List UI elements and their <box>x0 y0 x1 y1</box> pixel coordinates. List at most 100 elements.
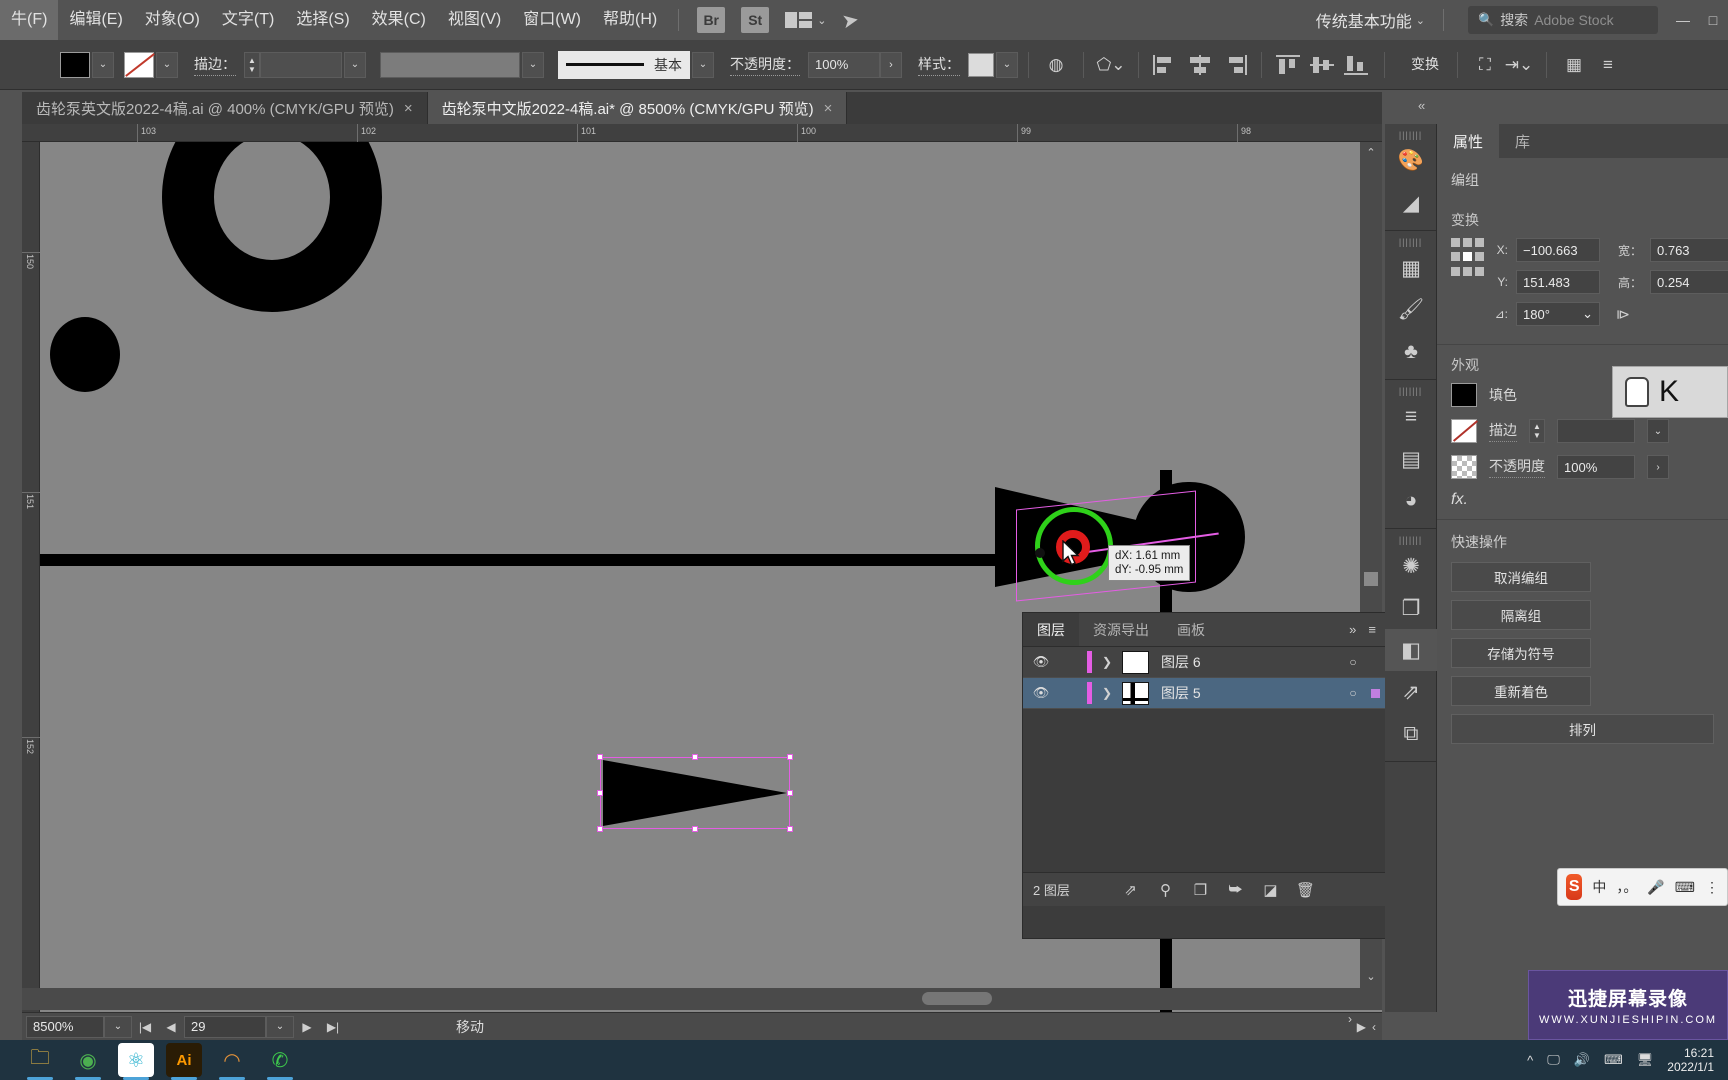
selection-handle[interactable] <box>692 826 698 832</box>
prev-artboard-icon[interactable]: ◀ <box>158 1020 184 1034</box>
sogou-logo-icon[interactable]: S <box>1566 874 1583 900</box>
layers-panel[interactable]: 图层 资源导出 画板 » ≡ 👁 ❯ 图层 6 ○ 👁 ❯ 图层 5 ○ 2 图… <box>1022 612 1387 939</box>
menu-window[interactable]: 窗口(W) <box>512 0 592 40</box>
keyboard-icon[interactable]: ⌨ <box>1675 879 1695 896</box>
layers-list[interactable]: 👁 ❯ 图层 6 ○ 👁 ❯ 图层 5 ○ <box>1023 647 1386 872</box>
first-artboard-icon[interactable]: |◀ <box>132 1020 158 1034</box>
new-sublayer-icon[interactable]: ❐ <box>1183 881 1218 899</box>
width-profile-dropdown-icon[interactable]: ⌄ <box>522 51 544 78</box>
artboards-icon[interactable]: ❐ <box>1385 587 1437 629</box>
tray-monitor-icon[interactable]: 🖥 <box>1637 1052 1654 1068</box>
layer-name[interactable]: 图层 5 <box>1149 683 1342 703</box>
libraries-icon[interactable]: ⧉ <box>1385 713 1437 755</box>
stroke-swatch[interactable] <box>1451 419 1477 443</box>
tab-properties[interactable]: 属性 <box>1437 124 1500 158</box>
menu-help[interactable]: 帮助(H) <box>592 0 668 40</box>
brush-field[interactable]: 基本 <box>558 50 690 79</box>
more-icon[interactable]: ⋮ <box>1705 879 1719 896</box>
effects-row[interactable]: fx. <box>1451 491 1714 509</box>
status-right-arrow[interactable]: › <box>1348 1012 1352 1026</box>
stroke-width-control[interactable]: ▲ ▼ ⌄ <box>244 51 366 78</box>
scroll-down-icon[interactable]: ⌄ <box>1364 970 1378 984</box>
tab-libraries[interactable]: 库 <box>1499 124 1546 158</box>
arrange-documents-icon[interactable] <box>785 10 813 30</box>
wechat-icon[interactable]: ✆ <box>262 1043 298 1080</box>
visibility-eye-icon[interactable]: 👁 <box>1023 685 1059 701</box>
collapse-panels-icon[interactable]: « <box>1418 98 1425 113</box>
new-layer-icon[interactable]: ◪ <box>1253 881 1288 899</box>
taskbar-clock[interactable]: 16:21 2022/1/1 <box>1667 1046 1714 1074</box>
chrome-icon[interactable]: ◉ <box>70 1043 106 1080</box>
selection-handle[interactable] <box>597 790 603 796</box>
flip-icon[interactable]: ⧐ <box>1616 306 1630 323</box>
tray-volume-icon[interactable]: 🔊 <box>1574 1052 1590 1068</box>
visibility-eye-icon[interactable]: 👁 <box>1023 654 1059 670</box>
selection-handle[interactable] <box>787 790 793 796</box>
table-row[interactable]: 👁 ❯ 图层 6 ○ <box>1023 647 1386 678</box>
tray-display-icon[interactable]: 🖵 <box>1547 1052 1560 1068</box>
layer-name[interactable]: 图层 6 <box>1149 652 1342 672</box>
horizontal-scroll-thumb[interactable] <box>922 992 992 1005</box>
align-bottom-icon[interactable] <box>1340 49 1374 81</box>
menu-view[interactable]: 视图(V) <box>437 0 512 40</box>
last-artboard-icon[interactable]: ▶| <box>320 1020 346 1034</box>
brush-definition[interactable]: 基本 ⌄ <box>558 50 714 79</box>
file-explorer-icon[interactable]: 🗀 <box>22 1043 58 1080</box>
drag-grip[interactable]: ||||||| <box>1385 237 1436 247</box>
discover-rocket-icon[interactable]: ➤ <box>840 6 861 34</box>
menu-select[interactable]: 选择(S) <box>285 0 360 40</box>
menu-object[interactable]: 对象(O) <box>134 0 211 40</box>
align-lines-icon[interactable]: ≡ <box>1385 396 1437 438</box>
menu-file[interactable]: 牛(F) <box>0 0 59 40</box>
opacity-expand-icon[interactable]: › <box>880 51 902 78</box>
menu-type[interactable]: 文字(T) <box>211 0 285 40</box>
gradient-icon[interactable]: ▤ <box>1385 438 1437 480</box>
drag-grip[interactable]: ||||||| <box>1385 130 1436 140</box>
stroke-swatch[interactable] <box>124 51 154 78</box>
expand-status-icon[interactable]: ‹ <box>1372 1020 1376 1034</box>
transform-label[interactable]: 变换 <box>1411 54 1439 75</box>
y-input[interactable]: 151.483 <box>1516 270 1600 294</box>
opacity-input[interactable]: 100% <box>808 51 880 78</box>
minimize-button[interactable]: — <box>1668 12 1698 28</box>
symbols-icon[interactable]: ♣ <box>1385 331 1437 373</box>
target-circle-icon[interactable]: ○ <box>1342 655 1364 669</box>
selection-handle[interactable] <box>597 754 603 760</box>
workspace-chevron-icon[interactable]: ⌄ <box>1416 14 1425 27</box>
vertical-scroll-thumb[interactable] <box>1364 572 1378 586</box>
stroke-width-input[interactable] <box>260 51 342 78</box>
mic-icon[interactable]: 🎤 <box>1647 879 1664 896</box>
illustrator-icon[interactable]: Ai <box>166 1043 202 1080</box>
asterisk-icon[interactable]: ✺ <box>1385 545 1437 587</box>
opacity-expand-icon[interactable]: › <box>1647 455 1669 479</box>
fill-swatch[interactable] <box>60 51 90 78</box>
tray-keyboard-icon[interactable]: ⌨ <box>1604 1052 1623 1068</box>
close-icon[interactable]: × <box>404 100 413 117</box>
stroke-weight-input[interactable] <box>1557 419 1635 443</box>
artboard-dropdown-icon[interactable]: ⌄ <box>266 1015 294 1038</box>
selected-object[interactable] <box>597 754 793 832</box>
color-palette-icon[interactable]: 🎨 <box>1385 140 1437 182</box>
collect-layers-icon[interactable]: ⮩ <box>1218 881 1253 898</box>
recolor-button[interactable]: 重新着色 <box>1451 676 1591 706</box>
horizontal-scrollbar[interactable] <box>22 988 1382 1010</box>
selection-handle[interactable] <box>692 754 698 760</box>
horizontal-ruler[interactable]: 103 102 101 100 99 98 <box>22 124 1382 142</box>
play-icon[interactable]: ▶ <box>1357 1020 1366 1034</box>
fill-swatch[interactable] <box>1451 383 1477 407</box>
zoom-level-input[interactable]: 8500% <box>26 1015 104 1038</box>
menu-effect[interactable]: 效果(C) <box>361 0 437 40</box>
isolate-group-icon[interactable]: ⛶ <box>1468 49 1502 81</box>
selection-handle[interactable] <box>597 826 603 832</box>
tab-artboards[interactable]: 画板 <box>1163 613 1219 646</box>
swatches-icon[interactable]: ▦ <box>1385 247 1437 289</box>
style-swatch[interactable] <box>968 52 994 77</box>
panel-menu-icon[interactable]: ≡ <box>1591 49 1625 81</box>
expand-layer-icon[interactable]: ❯ <box>1092 655 1122 669</box>
ime-toolbar[interactable]: S 中 ，。 🎤 ⌨ ⋮ <box>1557 868 1728 906</box>
align-center-horizontal-icon[interactable] <box>1183 49 1217 81</box>
style-dropdown-icon[interactable]: ⌄ <box>996 51 1018 78</box>
close-icon[interactable]: × <box>824 100 833 117</box>
delete-layer-icon[interactable]: 🗑 <box>1288 881 1323 899</box>
opacity-row[interactable]: 不透明度 100% › <box>1451 455 1714 479</box>
